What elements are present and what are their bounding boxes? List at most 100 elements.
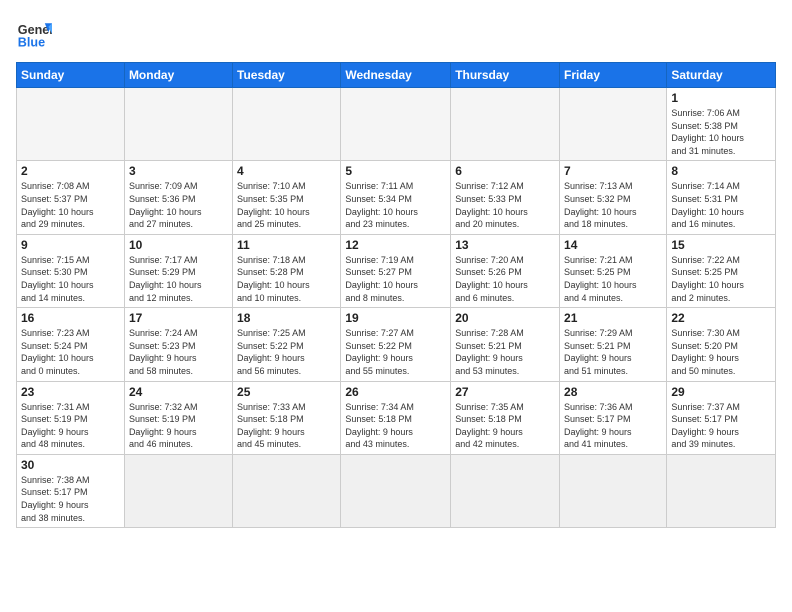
calendar-row-4: 23 Sunrise: 7:31 AM Sunset: 5:19 PM Dayli… (17, 381, 776, 454)
day-info: Sunrise: 7:37 AM Sunset: 5:17 PM Dayligh… (671, 401, 771, 451)
calendar-cell (451, 88, 560, 161)
day-number: 27 (455, 385, 555, 399)
calendar-row-3: 16 Sunrise: 7:23 AM Sunset: 5:24 PM Dayli… (17, 308, 776, 381)
calendar-row-0: 1Sunrise: 7:06 AM Sunset: 5:38 PM Daylig… (17, 88, 776, 161)
header: General Blue (16, 16, 776, 52)
col-thursday: Thursday (451, 63, 560, 88)
calendar-cell: 27Sunrise: 7:35 AM Sunset: 5:18 PM Dayli… (451, 381, 560, 454)
calendar-cell: 18 Sunrise: 7:25 AM Sunset: 5:22 PM Dayli… (233, 308, 341, 381)
day-number: 10 (129, 238, 228, 252)
calendar-cell: 2Sunrise: 7:08 AM Sunset: 5:37 PM Daylig… (17, 161, 125, 234)
svg-text:Blue: Blue (18, 36, 45, 50)
calendar-cell (124, 88, 232, 161)
calendar-cell: 4 Sunrise: 7:10 AM Sunset: 5:35 PM Daylig… (233, 161, 341, 234)
calendar-cell (667, 454, 776, 527)
calendar-cell: 30 Sunrise: 7:38 AM Sunset: 5:17 PM Dayli… (17, 454, 125, 527)
day-info: Sunrise: 7:18 AM Sunset: 5:28 PM Dayligh… (237, 254, 336, 304)
calendar-cell: 25 Sunrise: 7:33 AM Sunset: 5:18 PM Dayli… (233, 381, 341, 454)
weekday-header-row: Sunday Monday Tuesday Wednesday Thursday… (17, 63, 776, 88)
day-number: 7 (564, 164, 662, 178)
col-tuesday: Tuesday (233, 63, 341, 88)
calendar-cell: 21 Sunrise: 7:29 AM Sunset: 5:21 PM Dayli… (560, 308, 667, 381)
day-info: Sunrise: 7:09 AM Sunset: 5:36 PM Dayligh… (129, 180, 228, 230)
day-number: 3 (129, 164, 228, 178)
day-info: Sunrise: 7:29 AM Sunset: 5:21 PM Dayligh… (564, 327, 662, 377)
calendar-cell: 26Sunrise: 7:34 AM Sunset: 5:18 PM Dayli… (341, 381, 451, 454)
day-info: Sunrise: 7:19 AM Sunset: 5:27 PM Dayligh… (345, 254, 446, 304)
day-number: 16 (21, 311, 120, 325)
day-number: 24 (129, 385, 228, 399)
day-info: Sunrise: 7:20 AM Sunset: 5:26 PM Dayligh… (455, 254, 555, 304)
day-info: Sunrise: 7:34 AM Sunset: 5:18 PM Dayligh… (345, 401, 446, 451)
day-info: Sunrise: 7:33 AM Sunset: 5:18 PM Dayligh… (237, 401, 336, 451)
day-number: 12 (345, 238, 446, 252)
col-monday: Monday (124, 63, 232, 88)
day-number: 28 (564, 385, 662, 399)
calendar-cell: 1Sunrise: 7:06 AM Sunset: 5:38 PM Daylig… (667, 88, 776, 161)
day-info: Sunrise: 7:27 AM Sunset: 5:22 PM Dayligh… (345, 327, 446, 377)
day-info: Sunrise: 7:15 AM Sunset: 5:30 PM Dayligh… (21, 254, 120, 304)
calendar-cell (233, 88, 341, 161)
day-info: Sunrise: 7:14 AM Sunset: 5:31 PM Dayligh… (671, 180, 771, 230)
col-wednesday: Wednesday (341, 63, 451, 88)
calendar-cell (560, 88, 667, 161)
day-number: 8 (671, 164, 771, 178)
day-info: Sunrise: 7:23 AM Sunset: 5:24 PM Dayligh… (21, 327, 120, 377)
calendar-cell: 28 Sunrise: 7:36 AM Sunset: 5:17 PM Dayli… (560, 381, 667, 454)
day-number: 11 (237, 238, 336, 252)
day-info: Sunrise: 7:10 AM Sunset: 5:35 PM Dayligh… (237, 180, 336, 230)
calendar-cell: 22 Sunrise: 7:30 AM Sunset: 5:20 PM Dayli… (667, 308, 776, 381)
calendar-row-2: 9 Sunrise: 7:15 AM Sunset: 5:30 PM Daylig… (17, 234, 776, 307)
calendar-cell (233, 454, 341, 527)
day-number: 29 (671, 385, 771, 399)
day-info: Sunrise: 7:21 AM Sunset: 5:25 PM Dayligh… (564, 254, 662, 304)
day-number: 20 (455, 311, 555, 325)
day-number: 18 (237, 311, 336, 325)
day-info: Sunrise: 7:32 AM Sunset: 5:19 PM Dayligh… (129, 401, 228, 451)
day-info: Sunrise: 7:11 AM Sunset: 5:34 PM Dayligh… (345, 180, 446, 230)
day-info: Sunrise: 7:30 AM Sunset: 5:20 PM Dayligh… (671, 327, 771, 377)
calendar-cell: 7Sunrise: 7:13 AM Sunset: 5:32 PM Daylig… (560, 161, 667, 234)
calendar-cell: 29 Sunrise: 7:37 AM Sunset: 5:17 PM Dayli… (667, 381, 776, 454)
calendar-cell: 17Sunrise: 7:24 AM Sunset: 5:23 PM Dayli… (124, 308, 232, 381)
calendar-cell: 19Sunrise: 7:27 AM Sunset: 5:22 PM Dayli… (341, 308, 451, 381)
logo-icon: General Blue (16, 16, 52, 52)
calendar-cell: 14Sunrise: 7:21 AM Sunset: 5:25 PM Dayli… (560, 234, 667, 307)
calendar-row-5: 30 Sunrise: 7:38 AM Sunset: 5:17 PM Dayli… (17, 454, 776, 527)
calendar-cell: 24 Sunrise: 7:32 AM Sunset: 5:19 PM Dayli… (124, 381, 232, 454)
day-number: 25 (237, 385, 336, 399)
day-number: 4 (237, 164, 336, 178)
calendar-cell: 16 Sunrise: 7:23 AM Sunset: 5:24 PM Dayli… (17, 308, 125, 381)
col-saturday: Saturday (667, 63, 776, 88)
day-number: 30 (21, 458, 120, 472)
calendar-cell: 6Sunrise: 7:12 AM Sunset: 5:33 PM Daylig… (451, 161, 560, 234)
calendar-row-1: 2Sunrise: 7:08 AM Sunset: 5:37 PM Daylig… (17, 161, 776, 234)
calendar-cell: 13 Sunrise: 7:20 AM Sunset: 5:26 PM Dayli… (451, 234, 560, 307)
day-number: 23 (21, 385, 120, 399)
calendar-table: Sunday Monday Tuesday Wednesday Thursday… (16, 62, 776, 528)
day-number: 21 (564, 311, 662, 325)
calendar-cell (560, 454, 667, 527)
day-number: 15 (671, 238, 771, 252)
page: General Blue Sunday Monday Tuesday Wedne… (0, 0, 792, 612)
day-number: 9 (21, 238, 120, 252)
day-info: Sunrise: 7:06 AM Sunset: 5:38 PM Dayligh… (671, 107, 771, 157)
calendar-cell: 20 Sunrise: 7:28 AM Sunset: 5:21 PM Dayli… (451, 308, 560, 381)
day-info: Sunrise: 7:31 AM Sunset: 5:19 PM Dayligh… (21, 401, 120, 451)
day-number: 13 (455, 238, 555, 252)
day-number: 22 (671, 311, 771, 325)
calendar-cell: 15Sunrise: 7:22 AM Sunset: 5:25 PM Dayli… (667, 234, 776, 307)
calendar-cell: 9 Sunrise: 7:15 AM Sunset: 5:30 PM Daylig… (17, 234, 125, 307)
calendar-cell: 23 Sunrise: 7:31 AM Sunset: 5:19 PM Dayli… (17, 381, 125, 454)
day-number: 6 (455, 164, 555, 178)
calendar-cell: 11 Sunrise: 7:18 AM Sunset: 5:28 PM Dayli… (233, 234, 341, 307)
day-info: Sunrise: 7:36 AM Sunset: 5:17 PM Dayligh… (564, 401, 662, 451)
day-number: 2 (21, 164, 120, 178)
calendar-cell (451, 454, 560, 527)
day-info: Sunrise: 7:28 AM Sunset: 5:21 PM Dayligh… (455, 327, 555, 377)
day-number: 17 (129, 311, 228, 325)
day-info: Sunrise: 7:38 AM Sunset: 5:17 PM Dayligh… (21, 474, 120, 524)
day-info: Sunrise: 7:25 AM Sunset: 5:22 PM Dayligh… (237, 327, 336, 377)
calendar-cell (124, 454, 232, 527)
col-friday: Friday (560, 63, 667, 88)
